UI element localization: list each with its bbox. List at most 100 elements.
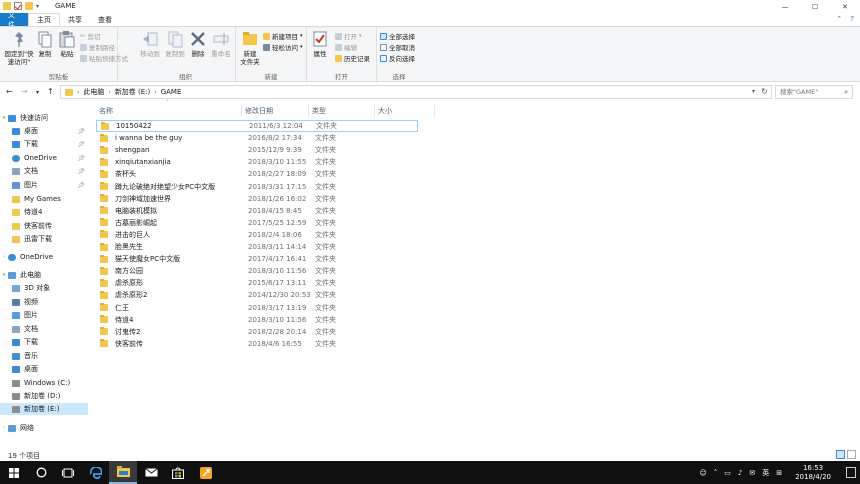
input-method-indicator[interactable]: 英 — [762, 468, 769, 478]
nav-item-onedrive-pinned[interactable]: OneDrive 📌︎ — [0, 152, 88, 164]
action-center-small-icon[interactable]: ✉ — [749, 469, 755, 477]
nav-item-music[interactable]: 音乐 — [0, 350, 88, 362]
breadcrumb-game[interactable]: GAME — [161, 88, 182, 96]
pin-icon[interactable]: 📌︎ — [77, 128, 85, 135]
copy-button[interactable]: 复制 — [36, 30, 54, 58]
history-button[interactable]: 历史记录 — [335, 53, 370, 63]
mail-button[interactable] — [137, 461, 165, 484]
edge-browser-button[interactable] — [82, 461, 110, 484]
forward-arrow-icon[interactable]: → — [21, 87, 28, 96]
nav-item-drive-c[interactable]: Windows (C:) — [0, 377, 88, 389]
nav-item-videos[interactable]: 视频 — [0, 296, 88, 308]
maximize-button[interactable]: ☐ — [800, 0, 830, 13]
table-row[interactable]: 进击的巨人 2018/2/4 18:06 文件夹 — [96, 229, 418, 241]
nav-item-xiake[interactable]: 侠客前传 — [0, 220, 88, 232]
collapse-ribbon-icon[interactable]: ⌃ — [836, 15, 842, 23]
file-explorer-taskbar-button[interactable] — [109, 461, 137, 484]
select-all-button[interactable]: 全部选择 — [380, 31, 415, 41]
chevron-right-icon[interactable]: › — [77, 89, 79, 96]
file-name[interactable]: i wanna be the guy — [115, 134, 248, 142]
table-row[interactable]: 电脑装机模拟 2018/4/15 8:45 文件夹 — [96, 205, 418, 217]
pin-icon[interactable]: 📌︎ — [77, 155, 85, 162]
address-bar[interactable]: › 此电脑 › 新加卷 (E:) › GAME ▾ ↻ — [60, 85, 772, 99]
file-name[interactable]: 侠客前传 — [115, 339, 248, 349]
file-name[interactable]: shengpan — [115, 146, 248, 154]
file-name[interactable]: 蹲九论破绝对绝望少女PC中文版 — [115, 182, 248, 192]
table-row[interactable]: 讨鬼传2 2018/2/28 20:14 文件夹 — [96, 326, 418, 338]
file-name[interactable]: 刀剑神域加速世界 — [115, 194, 248, 204]
table-row[interactable]: 南方公园 2018/3/10 11:56 文件夹 — [96, 265, 418, 277]
chevron-right-icon[interactable]: › — [108, 89, 110, 96]
nav-item-pc-documents[interactable]: 文档 — [0, 323, 88, 335]
cut-button[interactable]: ✂ 剪切 — [80, 31, 100, 41]
people-icon[interactable]: ☺ — [699, 469, 706, 477]
nav-item-thunder-downloads[interactable]: 迅雷下载 — [0, 233, 88, 245]
tab-share[interactable]: 共享 — [60, 13, 90, 26]
nav-quick-access[interactable]: ▾ 快速访问 — [0, 112, 88, 124]
show-hidden-icons-icon[interactable]: ˄ — [714, 469, 718, 477]
details-view-icon[interactable] — [836, 450, 845, 459]
invert-selection-button[interactable]: 反向选择 — [380, 53, 415, 63]
customize-toolbar-icon[interactable]: ▾ — [36, 3, 39, 10]
breadcrumb-this-pc[interactable]: 此电脑 — [83, 87, 104, 97]
select-none-button[interactable]: 全部取消 — [380, 42, 415, 52]
nav-item-samurai4[interactable]: 侍道4 — [0, 206, 88, 218]
table-row[interactable]: 茶杯头 2018/2/27 18:09 文件夹 — [96, 168, 418, 180]
column-header-size[interactable]: 大小 — [375, 105, 435, 117]
file-name[interactable]: 古墓丽影崛起 — [115, 218, 248, 228]
input-method-icon[interactable]: ⊞ — [776, 469, 782, 477]
table-row[interactable]: 虐杀原形 2015/6/17 13:11 文件夹 — [96, 277, 418, 289]
table-row[interactable]: 古墓丽影崛起 2017/5/25 12:59 文件夹 — [96, 217, 418, 229]
edit-button[interactable]: 编辑 — [335, 42, 357, 52]
large-icons-view-icon[interactable] — [847, 450, 856, 459]
chevron-down-icon[interactable]: ▾ — [0, 272, 8, 278]
column-header-name[interactable]: 名称 — [96, 105, 242, 117]
table-row[interactable]: 脸黑先生 2018/3/11 14:14 文件夹 — [96, 241, 418, 253]
close-button[interactable]: ✕ — [830, 0, 860, 13]
file-name[interactable]: 仁王 — [115, 303, 248, 313]
chevron-right-icon[interactable]: › — [0, 254, 8, 260]
rename-button[interactable]: 重命名 — [210, 30, 232, 58]
table-row[interactable]: 仁王 2018/3/17 13:19 文件夹 — [96, 302, 418, 314]
table-row[interactable]: 蹲九论破绝对绝望少女PC中文版 2018/3/31 17:15 文件夹 — [96, 181, 418, 193]
open-button[interactable]: 打开 ▾ — [335, 31, 362, 41]
clock[interactable]: 16:53 2018/4/20 — [795, 464, 831, 482]
nav-item-documents[interactable]: 文档 📌︎ — [0, 165, 88, 177]
nav-item-desktop[interactable]: 桌面 📌︎ — [0, 125, 88, 137]
nav-network[interactable]: › 网络 — [0, 422, 88, 434]
file-name[interactable]: 脸黑先生 — [115, 242, 248, 252]
table-row[interactable]: i wanna be the guy 2016/8/2 17:34 文件夹 — [96, 132, 418, 144]
store-button[interactable] — [164, 461, 192, 484]
recent-locations-icon[interactable]: ▾ — [36, 89, 39, 96]
refresh-icon[interactable]: ↻ — [761, 87, 768, 96]
chevron-down-icon[interactable]: ▾ — [752, 88, 755, 95]
pin-quick-access-button[interactable]: 固定到"快速访问" — [3, 30, 35, 66]
new-folder-icon[interactable] — [25, 2, 33, 10]
search-box[interactable]: ⌕ — [775, 85, 853, 99]
up-arrow-icon[interactable]: ↑ — [47, 87, 54, 96]
column-header-type[interactable]: 类型 — [309, 105, 375, 117]
file-name[interactable]: 侍道4 — [115, 315, 248, 325]
file-name[interactable]: 讨鬼传2 — [115, 327, 248, 337]
nav-item-pc-pictures[interactable]: 图片 — [0, 309, 88, 321]
nav-item-pc-downloads[interactable]: 下载 — [0, 336, 88, 348]
breadcrumb-drive-e[interactable]: 新加卷 (E:) — [115, 87, 150, 97]
properties-button[interactable]: 属性 — [311, 30, 329, 58]
app-button[interactable] — [192, 461, 220, 484]
search-input[interactable] — [780, 88, 844, 96]
file-name[interactable]: 猫天使魔女PC中文版 — [115, 254, 248, 264]
file-name[interactable]: 10150422 — [116, 122, 249, 130]
file-name[interactable]: 虐杀原形 — [115, 278, 248, 288]
tab-file[interactable]: 文件 — [0, 11, 28, 29]
table-row[interactable]: 侠客前传 2018/4/6 16:55 文件夹 — [96, 338, 418, 350]
back-arrow-icon[interactable]: ← — [6, 87, 13, 96]
table-row[interactable]: 刀剑神域加速世界 2018/1/26 16:02 文件夹 — [96, 193, 418, 205]
minimize-button[interactable]: — — [770, 0, 800, 13]
nav-onedrive[interactable]: › OneDrive — [0, 251, 88, 263]
file-name[interactable]: 南方公园 — [115, 266, 248, 276]
table-row[interactable]: 10150422 2011/6/3 12:04 文件夹 — [96, 120, 418, 132]
paste-shortcut-button[interactable]: 粘贴快捷方式 — [80, 53, 128, 63]
column-header-modified[interactable]: 修改日期 — [242, 105, 309, 117]
pin-icon[interactable]: 📌︎ — [77, 141, 85, 148]
pin-icon[interactable]: 📌︎ — [77, 168, 85, 175]
